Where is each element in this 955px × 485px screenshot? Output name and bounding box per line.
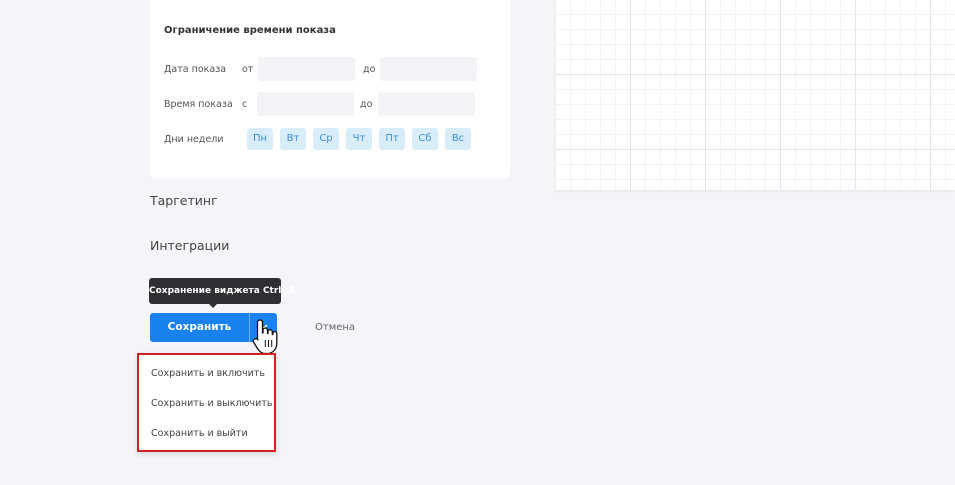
- save-options-menu: Сохранить и включить Сохранить и выключи…: [137, 353, 276, 452]
- cancel-button[interactable]: Отмена: [315, 322, 355, 333]
- date-label: Дата показа: [164, 64, 227, 75]
- save-tooltip: Сохранение виджета Ctrl+S: [149, 278, 295, 304]
- time-from-label: с: [242, 99, 248, 110]
- date-to-label: до: [363, 64, 376, 75]
- display-time-card: Ограничение времени показа Дата показа о…: [150, 0, 510, 178]
- hand-cursor-icon: [252, 319, 278, 355]
- weekday-sat[interactable]: Сб: [412, 128, 438, 150]
- targeting-section[interactable]: Таргетинг: [150, 193, 218, 208]
- weekday-thu[interactable]: Чт: [346, 128, 372, 150]
- time-to-label: до: [360, 99, 373, 110]
- time-from-input[interactable]: [257, 92, 354, 116]
- menu-item-save-disable[interactable]: Сохранить и выключить: [151, 398, 272, 409]
- weekday-tue[interactable]: Вт: [280, 128, 306, 150]
- integrations-section[interactable]: Интеграции: [150, 238, 229, 253]
- save-button[interactable]: Сохранить: [150, 313, 249, 342]
- menu-item-save-exit[interactable]: Сохранить и выйти: [151, 428, 248, 439]
- weekday-sun[interactable]: Вс: [445, 128, 471, 150]
- weekdays-label: Дни недели: [164, 134, 224, 145]
- weekday-wed[interactable]: Ср: [313, 128, 339, 150]
- save-tooltip-arrow: [208, 303, 218, 308]
- date-from-input[interactable]: [258, 57, 355, 81]
- menu-item-save-enable[interactable]: Сохранить и включить: [151, 368, 265, 379]
- weekday-fri[interactable]: Пт: [379, 128, 405, 150]
- weekday-mon[interactable]: Пн: [247, 128, 273, 150]
- widget-preview-canvas: [556, 0, 955, 190]
- date-to-input[interactable]: [380, 57, 477, 81]
- display-time-title: Ограничение времени показа: [164, 25, 336, 36]
- date-from-label: от: [242, 64, 254, 75]
- time-label: Время показа: [164, 99, 233, 110]
- time-to-input[interactable]: [378, 92, 475, 116]
